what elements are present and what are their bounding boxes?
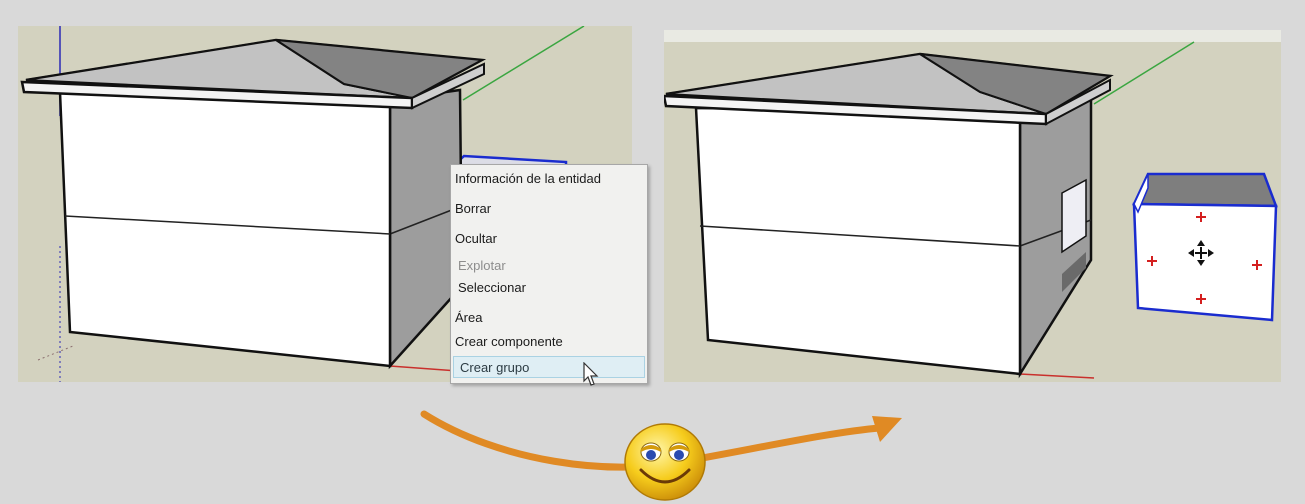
house-front-wall-right xyxy=(694,106,1022,376)
menu-item-explode: Explotar xyxy=(458,258,506,273)
smiley-icon xyxy=(624,423,706,501)
viewport-right[interactable] xyxy=(664,30,1281,382)
house-model-right[interactable] xyxy=(664,30,1281,382)
mouse-pointer-icon xyxy=(583,362,599,386)
menu-item-area[interactable]: Área xyxy=(451,307,645,329)
menu-item-make-component[interactable]: Crear componente xyxy=(451,331,645,353)
house-front-wall xyxy=(58,90,392,368)
context-menu[interactable]: Información de la entidad Borrar Ocultar… xyxy=(450,164,648,384)
menu-item-make-group[interactable]: Crear grupo xyxy=(453,356,645,378)
grouped-box[interactable] xyxy=(1132,172,1278,322)
menu-item-select[interactable]: Seleccionar xyxy=(454,277,648,299)
menu-item-delete[interactable]: Borrar xyxy=(451,198,645,220)
menu-item-hide[interactable]: Ocultar xyxy=(451,228,645,250)
menu-item-entity-info[interactable]: Información de la entidad xyxy=(451,168,645,190)
